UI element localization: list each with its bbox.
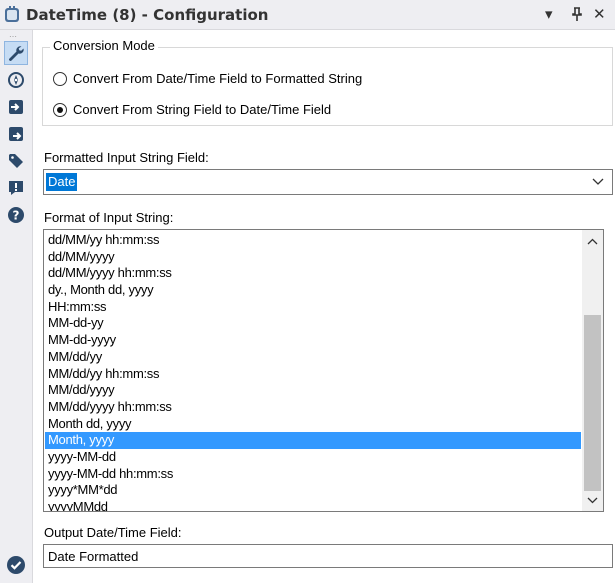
radio-option-formatted-string[interactable]: Convert From Date/Time Field to Formatte… — [53, 71, 362, 86]
list-item[interactable]: MM/dd/yyyy — [45, 382, 581, 399]
radio-button-checked[interactable] — [53, 102, 67, 117]
radio-option-datetime-field[interactable]: Convert From String Field to Date/Time F… — [53, 102, 331, 117]
format-listbox[interactable]: dd/MM/yy hh:mm:ss dd/MM/yyyy dd/MM/yyyy hh… — [43, 229, 604, 512]
list-item[interactable]: MM/dd/yyyy hh:mm:ss — [45, 399, 581, 416]
list-item[interactable]: MM/dd/yy hh:mm:ss — [45, 366, 581, 383]
input-field-select[interactable]: Date — [43, 169, 613, 195]
list-item[interactable]: MM/dd/yy — [45, 349, 581, 366]
close-icon[interactable]: ✕ — [593, 5, 606, 23]
list-item[interactable]: yyyyMMdd — [45, 499, 581, 511]
radio-button-unchecked[interactable] — [53, 71, 67, 86]
scroll-down-icon[interactable] — [582, 491, 603, 509]
list-item[interactable]: yyyy-MM-dd hh:mm:ss — [45, 466, 581, 483]
left-toolbar: ⋯ ? — [0, 30, 33, 583]
alert-icon[interactable] — [4, 176, 28, 200]
output-field-input[interactable] — [43, 544, 613, 568]
checkmark-circle-icon[interactable] — [6, 555, 26, 575]
window-title: DateTime (8) - Configuration — [26, 6, 269, 24]
datetime-tool-icon — [5, 6, 19, 22]
svg-text:?: ? — [13, 209, 20, 223]
format-label: Format of Input String: — [44, 210, 174, 225]
title-bar: DateTime (8) - Configuration ▾ ✕ — [0, 0, 615, 30]
list-item[interactable]: MM-dd-yyyy — [45, 332, 581, 349]
chevron-down-icon[interactable] — [592, 175, 604, 187]
list-item[interactable]: HH:mm:ss — [45, 299, 581, 316]
list-item[interactable]: Month dd, yyyy — [45, 416, 581, 433]
grip-icon: ⋯ — [9, 32, 18, 41]
input-arrow-icon[interactable] — [4, 95, 28, 119]
list-item[interactable]: yyyy*MM*dd — [45, 482, 581, 499]
list-item[interactable]: Month, yyyy — [45, 432, 581, 449]
list-item[interactable]: dd/MM/yy hh:mm:ss — [45, 232, 581, 249]
scrollbar[interactable] — [582, 230, 603, 511]
scroll-up-icon[interactable] — [582, 232, 603, 250]
wrench-icon[interactable] — [4, 41, 28, 65]
list-item[interactable]: yyyy-MM-dd — [45, 449, 581, 466]
select-value: Date — [46, 173, 78, 191]
pin-icon[interactable] — [571, 7, 583, 25]
scroll-thumb[interactable] — [584, 315, 601, 491]
help-icon[interactable]: ? — [4, 203, 28, 227]
list-item[interactable]: dd/MM/yyyy — [45, 249, 581, 266]
dropdown-icon[interactable]: ▾ — [545, 5, 553, 23]
output-arrow-icon[interactable] — [4, 122, 28, 146]
list-item[interactable]: MM-dd-yy — [45, 315, 581, 332]
radio-label: Convert From String Field to Date/Time F… — [73, 102, 332, 117]
tag-icon[interactable] — [4, 149, 28, 173]
format-list: dd/MM/yy hh:mm:ss dd/MM/yyyy dd/MM/yyyy hh… — [45, 232, 581, 511]
compass-icon[interactable] — [4, 68, 28, 92]
list-item[interactable]: dd/MM/yyyy hh:mm:ss — [45, 265, 581, 282]
input-field-label: Formatted Input String Field: — [44, 150, 209, 165]
conversion-mode-legend: Conversion Mode — [50, 38, 158, 53]
list-item[interactable]: dy., Month dd, yyyy — [45, 282, 581, 299]
output-field-label: Output Date/Time Field: — [44, 525, 182, 540]
radio-label: Convert From Date/Time Field to Formatte… — [73, 71, 363, 86]
